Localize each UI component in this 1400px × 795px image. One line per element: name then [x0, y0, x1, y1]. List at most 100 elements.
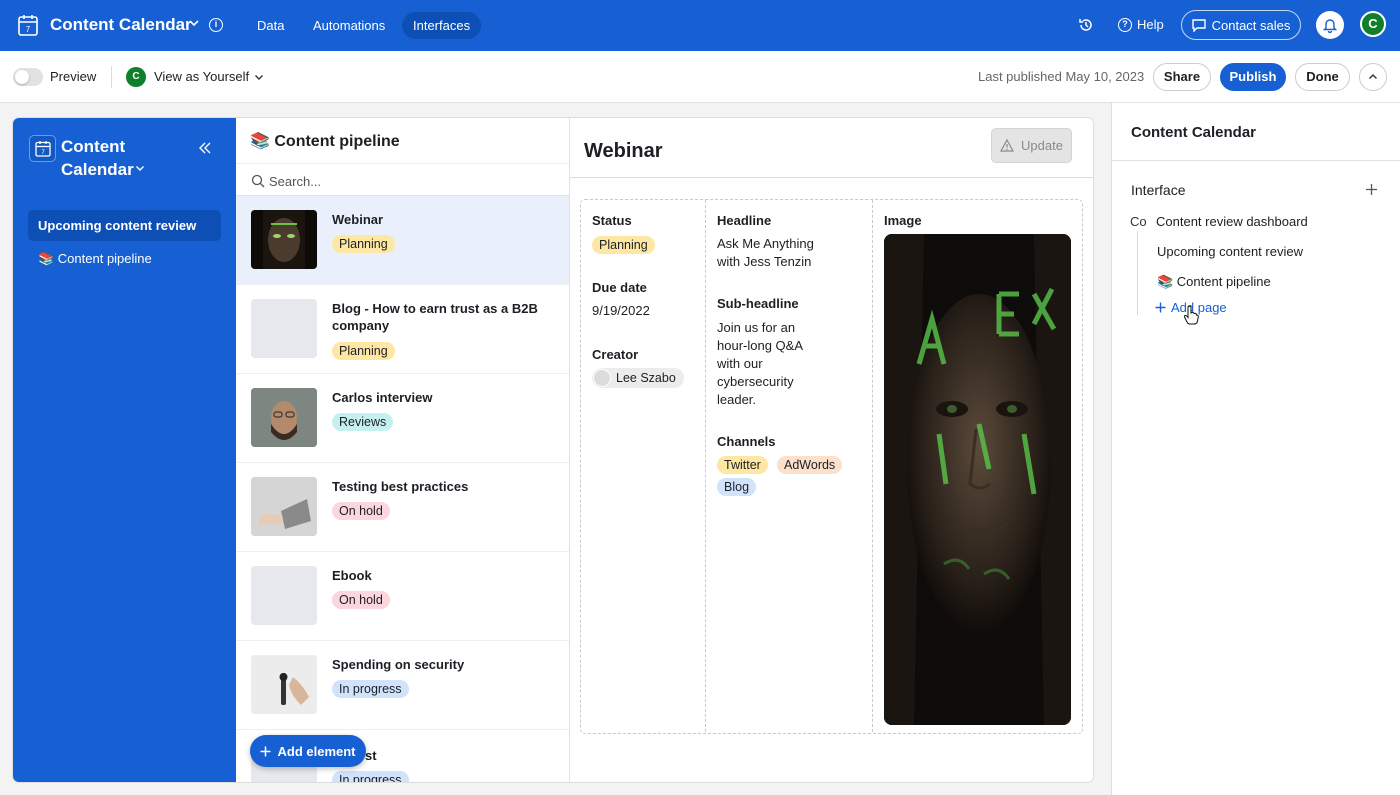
- properties-panel: Content Calendar Interface Co Content re…: [1111, 103, 1400, 795]
- history-icon[interactable]: [1078, 17, 1094, 33]
- add-element-button[interactable]: Add element: [250, 735, 366, 767]
- status-badge: Planning: [332, 235, 395, 253]
- interface-prefix: Co: [1130, 214, 1147, 229]
- calendar-icon: 7: [29, 135, 56, 162]
- page-item-content-pipeline[interactable]: 📚 Content pipeline: [1157, 274, 1271, 290]
- record-thumbnail: [251, 566, 317, 625]
- publish-button[interactable]: Publish: [1220, 63, 1286, 91]
- divider: [111, 66, 112, 88]
- due-date-field-label: Due date: [592, 280, 647, 295]
- list-item[interactable]: Webinar Planning: [236, 196, 569, 285]
- list-item[interactable]: Ebook On hold: [236, 552, 569, 641]
- add-element-label: Add element: [277, 743, 356, 759]
- preview-toggle[interactable]: [13, 68, 43, 86]
- help-button[interactable]: ? Help: [1118, 17, 1164, 32]
- list-item[interactable]: Carlos interview Reviews: [236, 374, 569, 463]
- record-name: Carlos interview: [332, 390, 433, 405]
- headline-value[interactable]: Ask Me Anything with Jess Tenzin: [717, 235, 827, 271]
- user-avatar[interactable]: C: [1360, 11, 1386, 37]
- record-name: Testing best practices: [332, 479, 469, 494]
- status-badge[interactable]: Planning: [592, 236, 655, 254]
- record-thumbnail: [251, 655, 317, 714]
- chevron-up-icon: [1369, 74, 1377, 79]
- headline-field-label: Headline: [717, 213, 772, 228]
- chat-icon: [1191, 18, 1206, 32]
- chevron-down-icon[interactable]: [188, 17, 200, 29]
- view-as-dropdown[interactable]: View as Yourself: [154, 69, 249, 84]
- record-name: Ebook: [332, 568, 372, 583]
- share-button[interactable]: Share: [1153, 63, 1211, 91]
- list-item[interactable]: Spending on security In progress: [236, 641, 569, 730]
- interface-sidebar: 7 Content Calendar Upcoming content revi…: [13, 118, 236, 782]
- interface-item-dashboard[interactable]: Content review dashboard: [1156, 214, 1308, 229]
- status-badge: In progress: [332, 680, 409, 698]
- status-badge: On hold: [332, 591, 390, 609]
- collapse-sidebar-icon[interactable]: [197, 140, 213, 156]
- detail-header: Webinar Update: [570, 118, 1093, 178]
- interface-canvas: 7 Content Calendar Upcoming content revi…: [13, 118, 1093, 782]
- search-placeholder: Search...: [269, 174, 322, 189]
- base-title[interactable]: Content Calendar: [50, 15, 192, 35]
- record-fields-layout: Status Planning Due date 9/19/2022 Creat…: [580, 199, 1083, 734]
- done-button[interactable]: Done: [1295, 63, 1350, 91]
- page-item-upcoming-content-review[interactable]: Upcoming content review: [1157, 244, 1303, 259]
- chevron-down-icon[interactable]: [254, 72, 264, 82]
- list-item[interactable]: Blog - How to earn trust as a B2B compan…: [236, 285, 569, 374]
- add-interface-icon[interactable]: [1365, 183, 1378, 196]
- plus-icon: [1155, 302, 1166, 313]
- record-thumbnail: [251, 388, 317, 447]
- list-title: 📚 Content pipeline: [250, 133, 400, 150]
- due-date-value[interactable]: 9/19/2022: [592, 302, 650, 320]
- panel-title: Content Calendar: [1131, 124, 1257, 141]
- nav-interfaces[interactable]: Interfaces: [402, 12, 482, 39]
- status-badge: Planning: [332, 342, 395, 360]
- record-name: st: [365, 748, 377, 763]
- info-icon[interactable]: i: [209, 18, 223, 32]
- image-field-label: Image: [884, 213, 922, 228]
- channel-tag[interactable]: AdWords: [777, 456, 843, 474]
- nav-automations[interactable]: Automations: [302, 12, 396, 39]
- update-button[interactable]: Update: [991, 128, 1072, 163]
- creator-field-label: Creator: [592, 347, 639, 362]
- last-published-text: Last published May 10, 2023: [978, 69, 1145, 84]
- tree-line: [1137, 231, 1138, 315]
- record-thumbnail: [251, 299, 317, 358]
- sidebar-title[interactable]: Content Calendar: [61, 135, 151, 181]
- record-thumbnail: [251, 477, 317, 536]
- record-name: Blog - How to earn trust as a B2B compan…: [332, 301, 538, 333]
- channel-tag[interactable]: Blog: [717, 478, 757, 496]
- bell-icon: [1323, 18, 1337, 33]
- record-image[interactable]: [884, 234, 1071, 725]
- notifications-button[interactable]: [1316, 11, 1344, 39]
- contact-sales-label: Contact sales: [1211, 17, 1291, 33]
- collapse-toolbar-button[interactable]: [1359, 63, 1387, 91]
- list-item[interactable]: Testing best practices On hold: [236, 463, 569, 552]
- status-badge: On hold: [332, 502, 390, 520]
- help-label: Help: [1137, 17, 1164, 32]
- nav-data[interactable]: Data: [246, 12, 295, 39]
- creator-chip[interactable]: Lee Szabo: [592, 368, 684, 388]
- update-label: Update: [1021, 138, 1063, 153]
- interface-section-label: Interface: [1131, 182, 1186, 198]
- record-name: Spending on security: [332, 657, 465, 672]
- top-bar: 7 Content Calendar i Data Automations In…: [0, 0, 1400, 51]
- field-column: Status Planning Due date 9/19/2022 Creat…: [581, 200, 706, 732]
- sidebar-item-upcoming-content-review[interactable]: Upcoming content review: [28, 210, 221, 241]
- status-badge: Reviews: [332, 413, 394, 431]
- editor-toolbar: Preview C View as Yourself Last publishe…: [0, 51, 1400, 103]
- chevron-down-icon[interactable]: [135, 163, 145, 173]
- view-as-avatar: C: [126, 67, 146, 87]
- hand-cursor-icon: [1183, 305, 1199, 325]
- svg-text:7: 7: [26, 25, 31, 34]
- status-field-label: Status: [592, 213, 632, 228]
- record-thumbnail: [251, 210, 317, 269]
- search-input[interactable]: Search...: [236, 163, 569, 196]
- sidebar-item-content-pipeline[interactable]: 📚 Content pipeline: [28, 243, 221, 274]
- field-column: Headline Ask Me Anything with Jess Tenzi…: [706, 200, 873, 732]
- warning-icon: [1000, 139, 1015, 152]
- channel-tag[interactable]: Twitter: [717, 456, 768, 474]
- help-icon: ?: [1118, 17, 1132, 32]
- plus-icon: [260, 746, 271, 756]
- subheadline-value[interactable]: Join us for an hour-long Q&A with our cy…: [717, 319, 817, 409]
- contact-sales-button[interactable]: Contact sales: [1181, 10, 1301, 40]
